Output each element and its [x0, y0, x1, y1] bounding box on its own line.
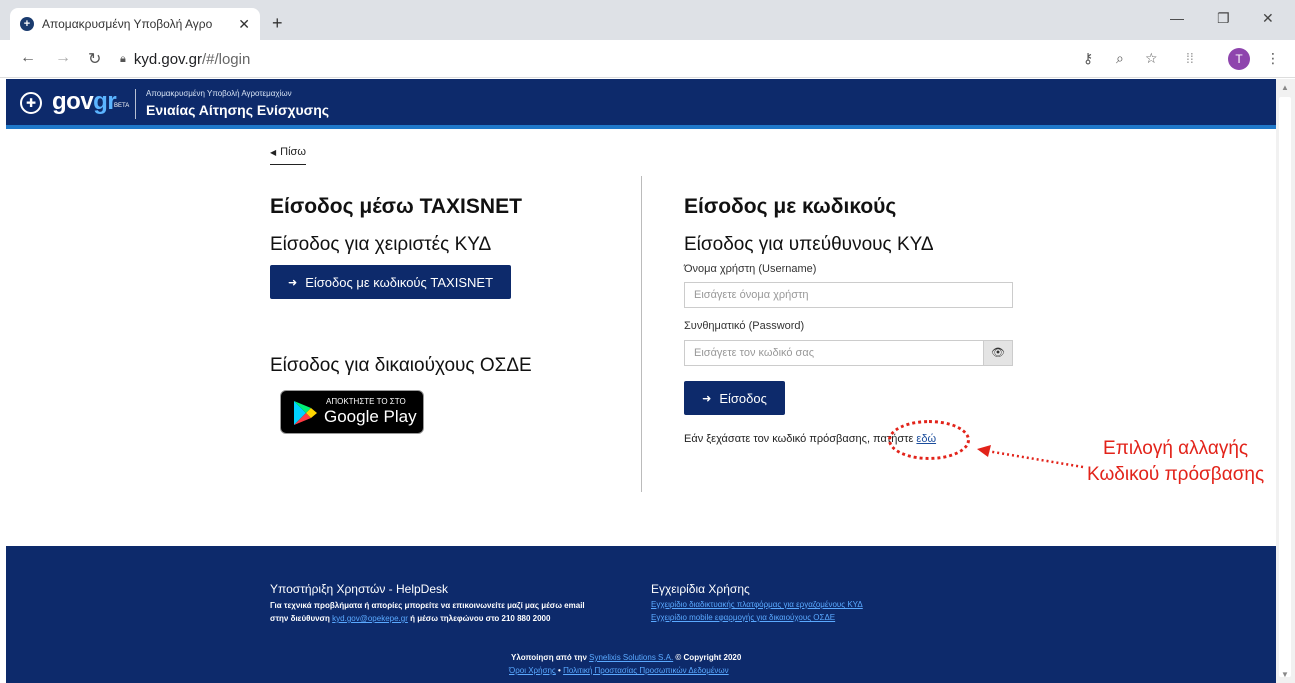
taxisnet-heading: Είσοδος μέσω TAXISNET	[270, 195, 522, 218]
privacy-link[interactable]: Πολιτική Προστασίας Προσωπικών Δεδομένων	[563, 666, 729, 675]
url-domain: kyd.gov.gr	[133, 50, 202, 68]
terms-link[interactable]: Όροι Χρήσης	[509, 666, 556, 675]
address-bar: ← → ↻ 🔒︎ kyd.gov.gr/#/login ⚷ ⌕ ☆ ⁞⁞ T ⋮	[0, 40, 1295, 78]
site-favicon-icon: +	[20, 17, 34, 31]
toggle-password-visibility-icon[interactable]: 👁︎	[983, 340, 1013, 366]
site-footer: Υποστήριξη Χρηστών - HelpDesk Για τεχνικ…	[6, 546, 1276, 683]
credentials-heading: Είσοδος με κωδικούς	[684, 195, 897, 218]
govgr-logo[interactable]: govgr	[52, 88, 117, 116]
google-play-icon	[294, 401, 317, 425]
implementation-credit: Υλοποίηση από την Synelixis Solutions S.…	[511, 653, 742, 662]
annotation-arrow-icon	[977, 445, 1084, 469]
back-arrow-icon[interactable]: ←	[20, 49, 36, 67]
synelixis-link[interactable]: Synelixis Solutions S.A.	[589, 653, 673, 662]
beta-badge: BETA	[114, 103, 130, 109]
header-divider	[135, 89, 136, 119]
browser-tab[interactable]: + Απομακρυσμένη Υποβολή Αγρο ✕	[10, 8, 260, 40]
lock-icon: 🔒︎	[120, 52, 126, 65]
sign-in-icon: ➜	[702, 392, 712, 405]
helpdesk-title: Υποστήριξη Χρηστών - HelpDesk	[270, 582, 449, 596]
taxisnet-login-button[interactable]: ➜ Είσοδος με κωδικούς TAXISNET	[270, 265, 511, 299]
manuals-title: Εγχειρίδια Χρήσης	[651, 582, 750, 596]
password-input[interactable]: Εισάγετε τον κωδικό σας	[684, 340, 984, 366]
window-close-icon[interactable]: ✕	[1262, 10, 1274, 27]
google-play-badge[interactable]: ΑΠΟΚΤΗΣΤΕ ΤΟ ΣΤΟ Google Play	[280, 390, 424, 434]
back-link[interactable]: ◀ Πίσω	[270, 146, 306, 165]
profile-avatar[interactable]: T	[1228, 48, 1250, 70]
username-input[interactable]: Εισάγετε όνομα χρήστη	[684, 282, 1013, 308]
operators-subheading: Είσοδος για χειριστές ΚΥΔ	[270, 234, 492, 255]
column-divider	[641, 176, 642, 492]
manual-mobile-link[interactable]: Εγχειρίδιο mobile εφαρμογής για δικαιούχ…	[651, 613, 835, 622]
helpdesk-email-link[interactable]: kyd.gov@opekepe.gr	[332, 614, 408, 623]
greek-emblem-icon: ✚	[20, 92, 42, 114]
header-subtitle: Απομακρυσμένη Υποβολή Αγροτεμαχίων	[146, 89, 292, 98]
menu-kebab-icon[interactable]: ⋮	[1266, 50, 1280, 67]
google-play-small-text: ΑΠΟΚΤΗΣΤΕ ΤΟ ΣΤΟ	[326, 397, 406, 406]
helpdesk-text: Για τεχνικά προβλήματα ή απορίες μπορείτ…	[270, 601, 585, 623]
scroll-down-icon[interactable]: ▼	[1281, 670, 1289, 679]
url-path: /#/login	[201, 50, 251, 68]
tab-title: Απομακρυσμένη Υποβολή Αγρο	[42, 17, 213, 31]
page-scrollbar[interactable]: ▲ ▼	[1276, 79, 1295, 683]
beneficiaries-subheading: Είσοδος για δικαιούχους ΟΣΔΕ	[270, 355, 532, 376]
new-tab-button[interactable]: +	[272, 13, 283, 34]
extension-icon[interactable]: ⁞⁞	[1186, 50, 1194, 66]
footer-legal-links: Όροι Χρήσης • Πολιτική Προστασίας Προσωπ…	[509, 666, 729, 675]
restore-icon[interactable]: ❐	[1217, 10, 1230, 27]
username-label: Όνομα χρήστη (Username)	[684, 263, 817, 275]
browser-tab-bar: + Απομακρυσμένη Υποβολή Αγρο ✕ + — ❐ ✕	[0, 0, 1295, 40]
annotation-ellipse	[888, 420, 970, 460]
reload-icon[interactable]: ↻	[88, 49, 101, 69]
login-button[interactable]: ➜ Είσοδος	[684, 381, 785, 415]
bookmark-star-icon[interactable]: ☆	[1145, 50, 1158, 67]
manual-web-link[interactable]: Εγχειρίδιο διαδικτυακής πλατφόρμας για ε…	[651, 600, 863, 609]
url-field[interactable]: 🔒︎ kyd.gov.gr/#/login	[120, 47, 1080, 71]
google-play-text: Google Play	[324, 407, 417, 426]
tab-close-icon[interactable]: ✕	[238, 16, 250, 33]
minimize-icon[interactable]: —	[1170, 10, 1184, 26]
zoom-icon[interactable]: ⌕	[1116, 50, 1124, 67]
header-title: Ενιαίας Αίτησης Ενίσχυσης	[146, 102, 330, 118]
scroll-thumb[interactable]	[1279, 97, 1291, 677]
managers-subheading: Είσοδος για υπεύθυνους ΚΥΔ	[684, 234, 934, 255]
sign-in-icon: ➜	[287, 276, 298, 289]
scroll-up-icon[interactable]: ▲	[1281, 83, 1289, 92]
site-header: ✚ govgr BETA Απομακρυσμένη Υποβολή Αγροτ…	[6, 79, 1276, 129]
caret-left-icon: ◀	[270, 148, 277, 157]
password-label: Συνθηματικό (Password)	[684, 320, 805, 332]
key-icon[interactable]: ⚷	[1083, 50, 1093, 67]
forward-arrow-icon[interactable]: →	[55, 49, 71, 67]
annotation-label: Επιλογή αλλαγής Κωδικού πρόσβασης	[1087, 438, 1265, 485]
